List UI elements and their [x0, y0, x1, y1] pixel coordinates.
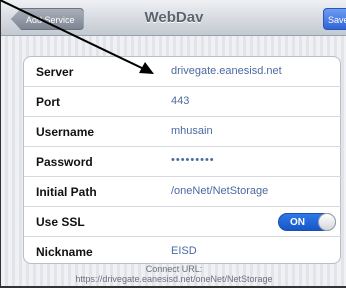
annotation-arrow: [0, 0, 154, 74]
